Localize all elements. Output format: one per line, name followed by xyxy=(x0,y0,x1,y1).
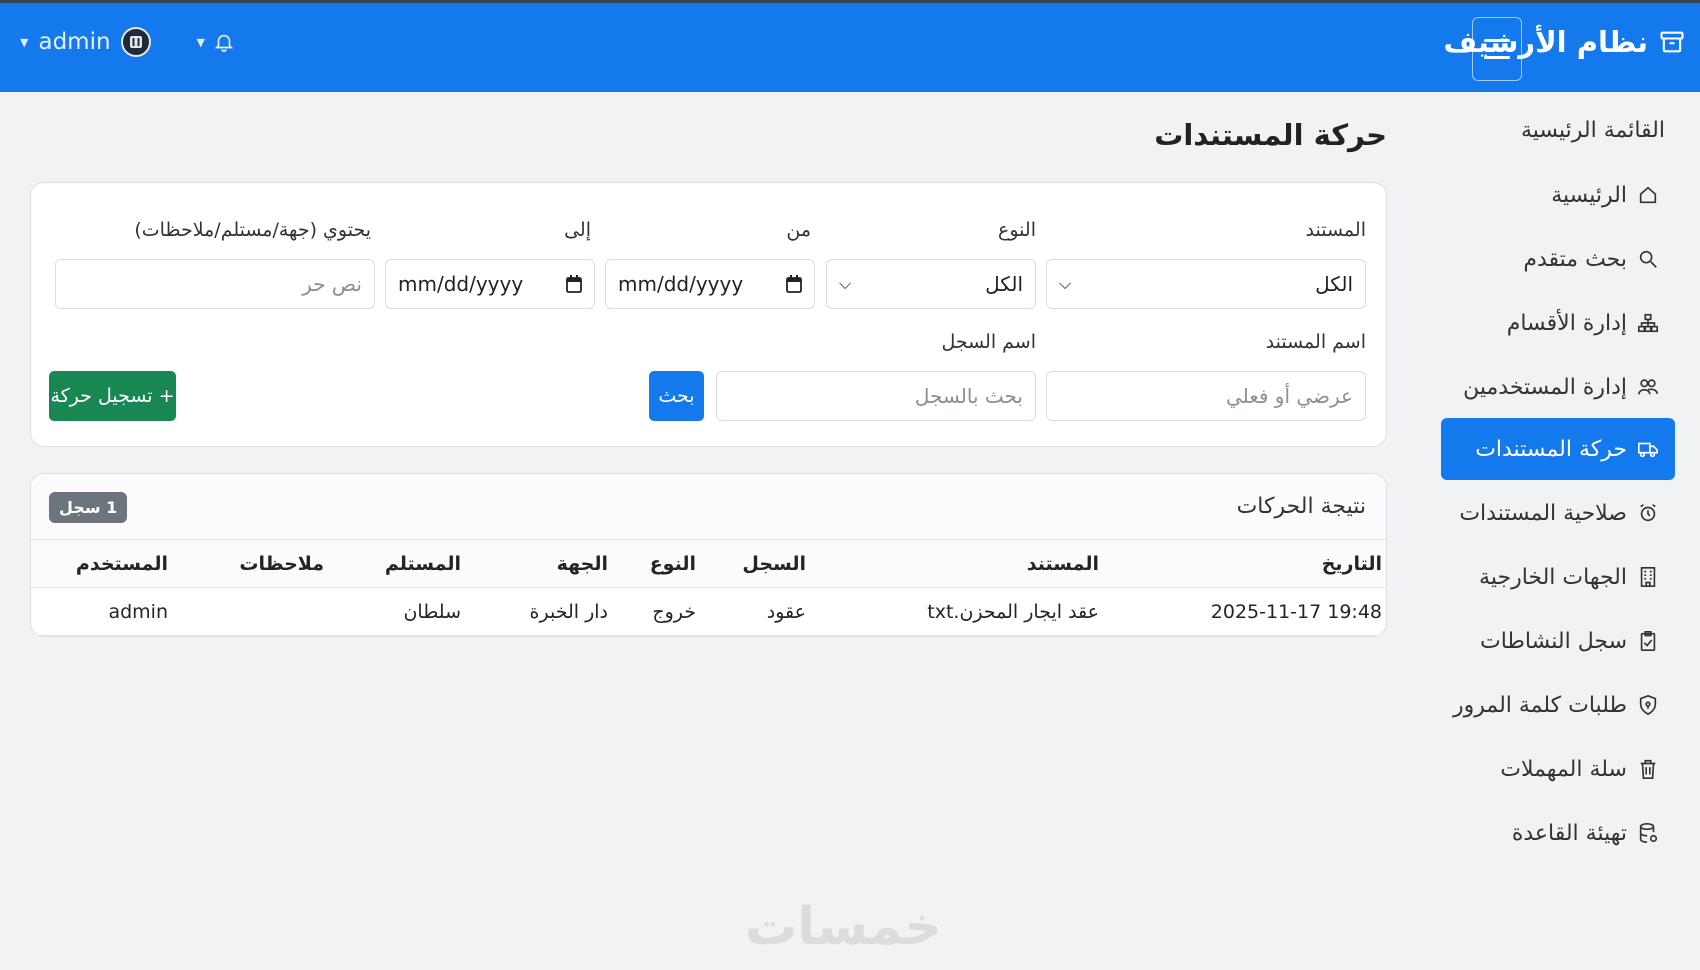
alarm-icon xyxy=(1640,504,1656,522)
sidebar-title: القائمة الرئيسية xyxy=(1520,118,1665,143)
col-header-user[interactable]: المستخدم xyxy=(76,553,168,575)
clipboard-icon xyxy=(1640,631,1656,651)
chevron-down-icon: ⌵ xyxy=(1059,274,1072,293)
sidebar-item-label: الجهات الخارجية xyxy=(1479,564,1627,590)
hamburger-icon xyxy=(1484,39,1510,59)
filter-card: المستند النوع من إلى يحتوي (جهة/مستلم/مل… xyxy=(30,182,1387,447)
cell-recipient: سلطان xyxy=(403,601,461,623)
sidebar-item-label: حركة المستندات xyxy=(1475,436,1627,462)
sidebar-item-label: صلاحية المستندات xyxy=(1459,500,1627,526)
home-icon xyxy=(1639,186,1657,204)
top-navbar: نظام الأرشيف ▼ admin ▼ xyxy=(0,0,1700,92)
sidebar-item-password-requests[interactable]: طلبات كلمة المرور xyxy=(1441,674,1675,736)
truck-icon xyxy=(1638,442,1658,458)
search-icon xyxy=(1639,250,1657,268)
type-select[interactable]: الكل ⌵ xyxy=(826,259,1036,309)
sidebar: القائمة الرئيسية الرئيسية بحث متقدم إدار… xyxy=(1400,92,1700,970)
cell-user: admin xyxy=(108,601,168,623)
col-header-type[interactable]: النوع xyxy=(650,553,696,575)
col-header-record[interactable]: السجل xyxy=(742,553,806,575)
record-name-label: اسم السجل xyxy=(941,331,1036,353)
sidebar-item-label: طلبات كلمة المرور xyxy=(1452,692,1627,718)
sidebar-item-departments[interactable]: إدارة الأقسام xyxy=(1441,292,1675,354)
sidebar-item-external-parties[interactable]: الجهات الخارجية xyxy=(1441,546,1675,608)
table-header-row: التاريخ المستند السجل النوع الجهة المستل… xyxy=(31,540,1386,588)
doc-name-input[interactable]: عرضي أو فعلي xyxy=(1046,371,1366,421)
results-title: نتيجة الحركات xyxy=(1236,494,1366,519)
sidebar-item-label: الرئيسية xyxy=(1551,182,1627,208)
watermark-logo: خمسات xyxy=(745,897,943,957)
document-select[interactable]: الكل ⌵ xyxy=(1046,259,1366,309)
cell-record: عقود xyxy=(766,601,806,623)
calendar-icon[interactable] xyxy=(566,275,582,293)
chevron-down-icon: ⌵ xyxy=(839,274,852,293)
cell-party: دار الخبرة xyxy=(529,601,608,623)
to-date-input[interactable]: mm/dd/yyyy xyxy=(385,259,595,309)
sidebar-item-label: تهيئة القاعدة xyxy=(1511,820,1627,846)
sitemap-icon xyxy=(1638,313,1658,333)
users-icon xyxy=(1638,379,1658,395)
user-menu-caret-icon[interactable]: ▼ xyxy=(20,36,28,49)
cell-date: 2025-11-17 19:48 xyxy=(1210,601,1382,623)
sidebar-item-label: إدارة الأقسام xyxy=(1506,310,1627,336)
search-button[interactable]: بحث xyxy=(649,371,704,421)
from-date-label: من xyxy=(786,219,811,241)
cell-document: عقد ايجار المحزن.txt xyxy=(927,601,1099,623)
document-filter-label: المستند xyxy=(1305,219,1366,241)
sidebar-item-users[interactable]: إدارة المستخدمين xyxy=(1441,356,1675,418)
page-title: حركة المستندات xyxy=(1154,118,1387,152)
col-header-notes[interactable]: ملاحظات xyxy=(239,553,324,575)
doc-name-placeholder: عرضي أو فعلي xyxy=(1225,384,1353,408)
type-select-value: الكل xyxy=(985,272,1023,296)
count-badge: 1 سجل xyxy=(49,492,128,523)
trash-icon xyxy=(1640,759,1656,779)
notifications-caret-icon: ▼ xyxy=(196,35,206,49)
menu-toggle-button[interactable] xyxy=(1472,17,1522,81)
cell-type: خروج xyxy=(652,601,696,623)
user-avatar[interactable] xyxy=(120,27,151,57)
document-select-value: الكل xyxy=(1315,272,1353,296)
sidebar-item-home[interactable]: الرئيسية xyxy=(1441,164,1675,226)
col-header-date[interactable]: التاريخ xyxy=(1322,553,1382,575)
contains-filter-label: يحتوي (جهة/مستلم/ملاحظات) xyxy=(134,219,371,241)
archive-icon xyxy=(1660,31,1684,53)
to-date-placeholder: mm/dd/yyyy xyxy=(398,272,524,296)
building-icon xyxy=(1640,567,1656,587)
from-date-placeholder: mm/dd/yyyy xyxy=(618,272,744,296)
bell-icon xyxy=(214,34,234,52)
results-card: نتيجة الحركات 1 سجل التاريخ المستند السج… xyxy=(30,473,1387,637)
contains-placeholder: نص حر xyxy=(302,272,362,296)
col-header-document[interactable]: المستند xyxy=(1027,553,1099,575)
record-movement-button[interactable]: + تسجيل حركة xyxy=(49,371,176,421)
calendar-icon[interactable] xyxy=(786,275,802,293)
sidebar-item-label: سلة المهملات xyxy=(1500,756,1627,782)
record-name-placeholder: بحث بالسجل xyxy=(914,384,1023,408)
sidebar-item-document-validity[interactable]: صلاحية المستندات xyxy=(1441,482,1675,544)
sidebar-item-database-setup[interactable]: تهيئة القاعدة xyxy=(1441,802,1675,864)
database-icon xyxy=(1639,823,1658,843)
type-filter-label: النوع xyxy=(998,219,1036,241)
table-row[interactable]: 2025-11-17 19:48 عقد ايجار المحزن.txt عق… xyxy=(31,588,1386,636)
sidebar-item-activity-log[interactable]: سجل النشاطات xyxy=(1441,610,1675,672)
topbar-user-area: ▼ admin ▼ xyxy=(20,27,235,57)
avatar-icon xyxy=(129,36,142,48)
username-label[interactable]: admin xyxy=(38,29,110,55)
sidebar-item-trash[interactable]: سلة المهملات xyxy=(1441,738,1675,800)
notifications-button[interactable]: ▼ xyxy=(197,30,235,54)
sidebar-item-label: إدارة المستخدمين xyxy=(1463,374,1627,400)
record-name-input[interactable]: بحث بالسجل xyxy=(716,371,1036,421)
col-header-party[interactable]: الجهة xyxy=(557,553,608,575)
sidebar-item-document-movement[interactable]: حركة المستندات xyxy=(1441,418,1675,480)
sidebar-item-advanced-search[interactable]: بحث متقدم xyxy=(1441,228,1675,290)
contains-input[interactable]: نص حر xyxy=(55,259,375,309)
shield-icon xyxy=(1639,694,1657,716)
from-date-input[interactable]: mm/dd/yyyy xyxy=(605,259,815,309)
results-table: التاريخ المستند السجل النوع الجهة المستل… xyxy=(31,540,1386,636)
col-header-recipient[interactable]: المستلم xyxy=(385,553,461,575)
sidebar-item-label: سجل النشاطات xyxy=(1480,628,1627,654)
sidebar-item-label: بحث متقدم xyxy=(1523,246,1627,272)
doc-name-label: اسم المستند xyxy=(1265,331,1366,353)
results-header: نتيجة الحركات 1 سجل xyxy=(31,474,1386,540)
to-date-label: إلى xyxy=(564,219,591,241)
